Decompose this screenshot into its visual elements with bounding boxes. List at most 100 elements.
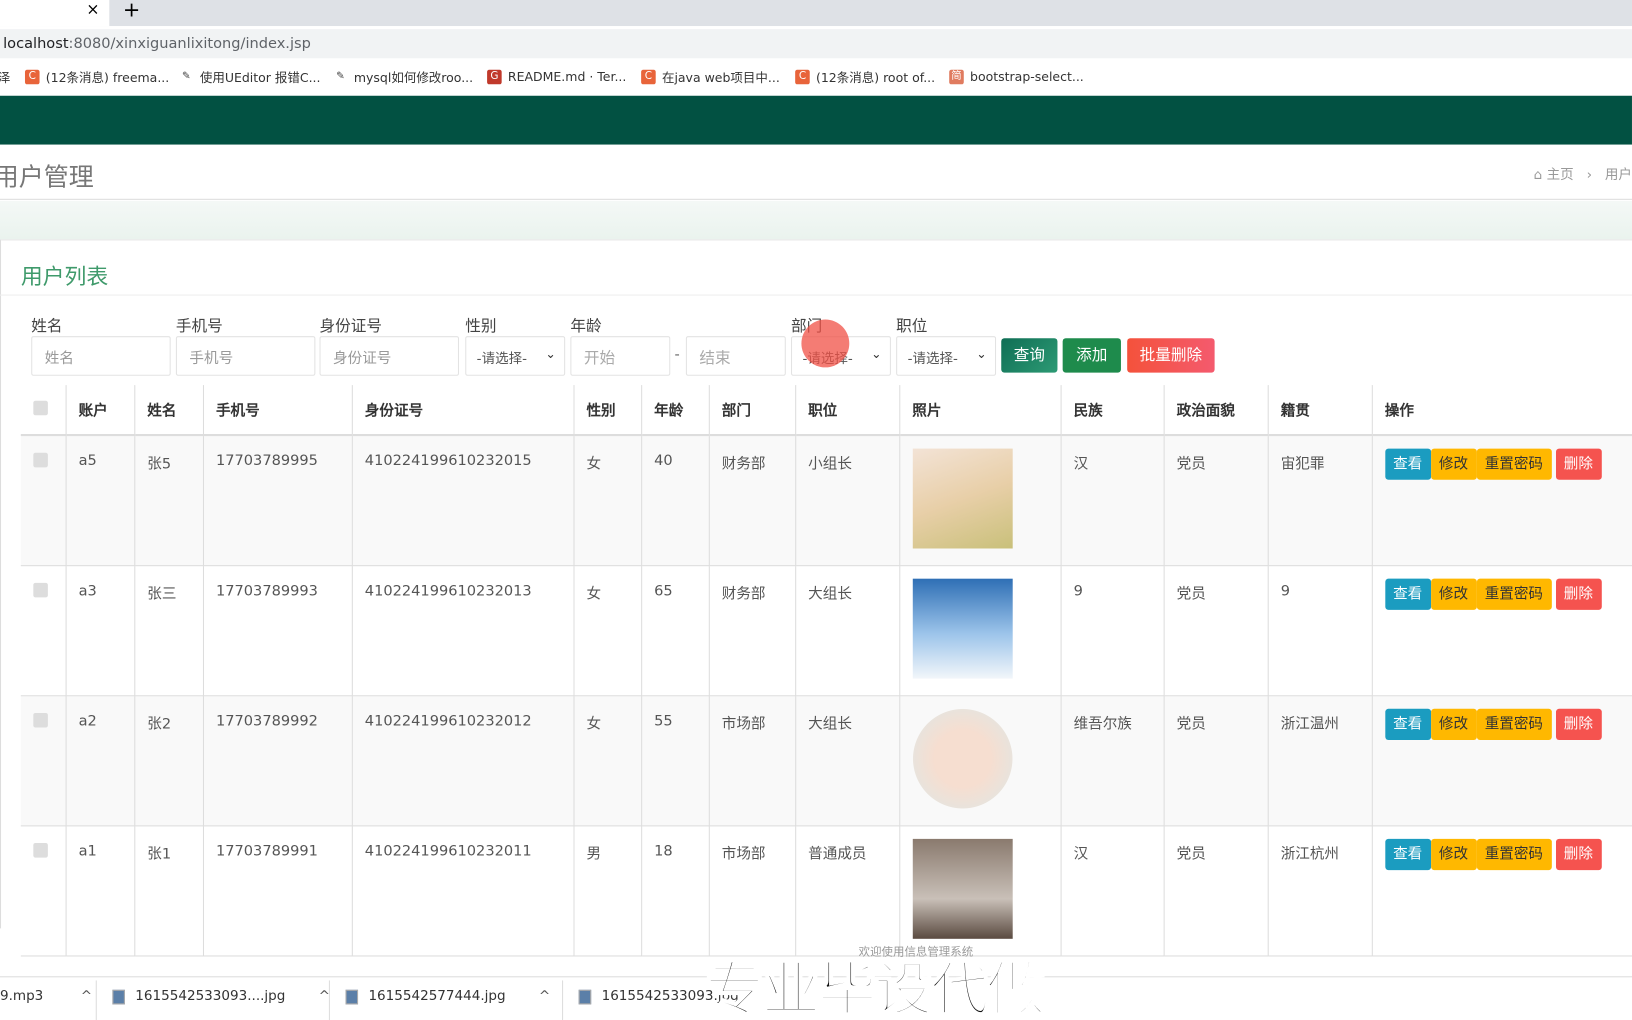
chevron-up-icon[interactable]: ^ [81, 989, 92, 1005]
chevron-down-icon: ⌄ [545, 346, 556, 362]
table-cell: a5 [65, 435, 135, 567]
edit-button[interactable]: 修改 [1430, 578, 1477, 610]
bookmark[interactable]: C (12条消息) root of... [795, 62, 935, 91]
table-cell: 党员 [1163, 435, 1269, 567]
download-item[interactable]: 1615542577444.jpg ^ [345, 988, 550, 1005]
download-filename: 1615542577444.jpg [368, 988, 506, 1005]
view-button[interactable]: 查看 [1384, 708, 1431, 741]
table-cell: a2 [65, 695, 135, 827]
chevron-up-icon[interactable]: ^ [539, 989, 550, 1005]
breadcrumb: ⌂ 主页 › 用户 [1534, 163, 1632, 184]
divider [0, 294, 1632, 296]
table-cell: 17703789992 [202, 695, 353, 827]
divider [95, 980, 97, 1020]
page-header [0, 144, 1632, 200]
bookmark[interactable]: C 在java web项目中... [641, 62, 780, 91]
reset-button[interactable]: 重置密码 [1476, 708, 1552, 741]
bookmark[interactable]: ✎ 使用UEditor 报错C... [179, 62, 321, 91]
chevron-down-icon: ⌄ [871, 346, 882, 362]
download-item[interactable]: 9.mp3 ^ [0, 989, 92, 1005]
tab-strip [0, 0, 1632, 27]
view-button[interactable]: 查看 [1384, 448, 1431, 480]
view-button[interactable]: 查看 [1384, 578, 1431, 610]
table-cell: 410224199610232013 [351, 565, 575, 697]
bookmark[interactable]: C (12条消息) freema... [24, 62, 169, 91]
label-gender: 性别 [465, 316, 497, 336]
search-button[interactable]: 查询 [1001, 338, 1058, 373]
table-row: a5 张5 17703789995 410224199610232015 女 40 财务部小… [20, 435, 1632, 567]
breadcrumb-home[interactable]: 主页 [1547, 168, 1574, 184]
cell-select[interactable] [20, 435, 67, 567]
table-cell: 浙江温州 [1267, 695, 1373, 827]
reset-button[interactable]: 重置密码 [1476, 448, 1552, 480]
cell-actions: 查看 修改 重置密码 删除 [1371, 435, 1632, 567]
bookmark[interactable]: G README.md · Ter... [487, 62, 626, 91]
file-icon [112, 989, 125, 1004]
close-tab-icon[interactable]: × [86, 0, 99, 19]
select-all-checkbox[interactable] [33, 400, 48, 415]
cell-select[interactable] [20, 825, 67, 957]
table-cell: 9 [1267, 565, 1373, 697]
reset-button[interactable]: 重置密码 [1476, 838, 1552, 871]
edit-button[interactable]: 修改 [1430, 448, 1477, 480]
row-checkbox[interactable] [33, 712, 48, 728]
bookmark-icon: C [795, 69, 810, 85]
view-button[interactable]: 查看 [1384, 838, 1431, 871]
position-select[interactable]: -请选择- ⌄ [896, 336, 997, 376]
table-cell: 40 [641, 435, 710, 567]
edit-button[interactable]: 修改 [1430, 708, 1477, 741]
bookmark-icon: ✎ [335, 70, 345, 83]
column-header: 手机号 [202, 385, 353, 437]
add-button[interactable]: 添加 [1062, 338, 1121, 373]
cell-select[interactable] [20, 695, 67, 827]
id-input[interactable]: 身份证号 [319, 336, 459, 376]
top-navbar [0, 95, 1632, 145]
table-cell: 党员 [1163, 565, 1269, 697]
bookmark[interactable]: ✎ mysql如何修改roo... [333, 62, 473, 91]
age-end-input[interactable]: 结束 [685, 336, 786, 376]
age-start-input[interactable]: 开始 [570, 336, 671, 376]
bookmark-label: README.md · Ter... [507, 69, 627, 85]
table-row: a1 张1 17703789991 410224199610232011 男 18 市场部普… [20, 825, 1632, 957]
bookmark[interactable]: 泽 [0, 62, 10, 91]
position-value: -请选择- [907, 351, 958, 368]
reset-button[interactable]: 重置密码 [1476, 578, 1552, 610]
row-checkbox[interactable] [33, 582, 48, 598]
table-cell: 18 [641, 825, 710, 957]
bookmark[interactable]: 简 bootstrap-select... [949, 62, 1084, 91]
gender-value: -请选择- [476, 351, 528, 368]
download-item[interactable]: 1615542533093....jpg ^ [112, 988, 330, 1005]
cursor-highlight [801, 319, 850, 368]
user-photo [912, 448, 1013, 549]
delete-button[interactable]: 删除 [1555, 708, 1602, 741]
label-id: 身份证号 [319, 316, 382, 336]
new-tab-button[interactable]: + [123, 0, 140, 22]
chevron-down-icon: ⌄ [976, 346, 987, 362]
content-band [0, 200, 1632, 240]
edit-button[interactable]: 修改 [1430, 838, 1477, 871]
row-checkbox[interactable] [33, 843, 48, 858]
bookmark-label: 使用UEditor 报错C... [199, 70, 321, 85]
table-cell: 市场部 [708, 825, 796, 957]
table-row: a2 张2 17703789992 410224199610232012 女 55 市场部大… [20, 695, 1632, 827]
cell-actions: 查看 修改 重置密码 删除 [1371, 825, 1632, 957]
name-input[interactable]: 姓名 [31, 336, 171, 376]
delete-button[interactable]: 删除 [1555, 578, 1602, 610]
delete-button[interactable]: 删除 [1555, 448, 1602, 480]
gender-select[interactable]: -请选择- ⌄ [465, 336, 566, 376]
table-cell: 汉 [1060, 825, 1165, 957]
divider [328, 980, 330, 1020]
phone-input[interactable]: 手机号 [175, 336, 316, 376]
address-bar[interactable]: localhost:8080/xinxiguanlixitong/index.j… [0, 29, 1632, 59]
select-all[interactable] [20, 385, 67, 437]
delete-button[interactable]: 删除 [1555, 838, 1602, 871]
row-checkbox[interactable] [33, 452, 48, 468]
cell-select[interactable] [20, 565, 67, 697]
download-filename: 1615542533093....jpg [135, 988, 286, 1005]
table-cell: 9 [1060, 565, 1165, 697]
table-cell: 普通成员 [795, 825, 900, 957]
table-cell: 张1 [134, 825, 204, 957]
table-cell: 55 [641, 695, 710, 827]
batch-delete-button[interactable]: 批量删除 [1127, 338, 1215, 373]
table-cell: 张5 [134, 435, 204, 567]
